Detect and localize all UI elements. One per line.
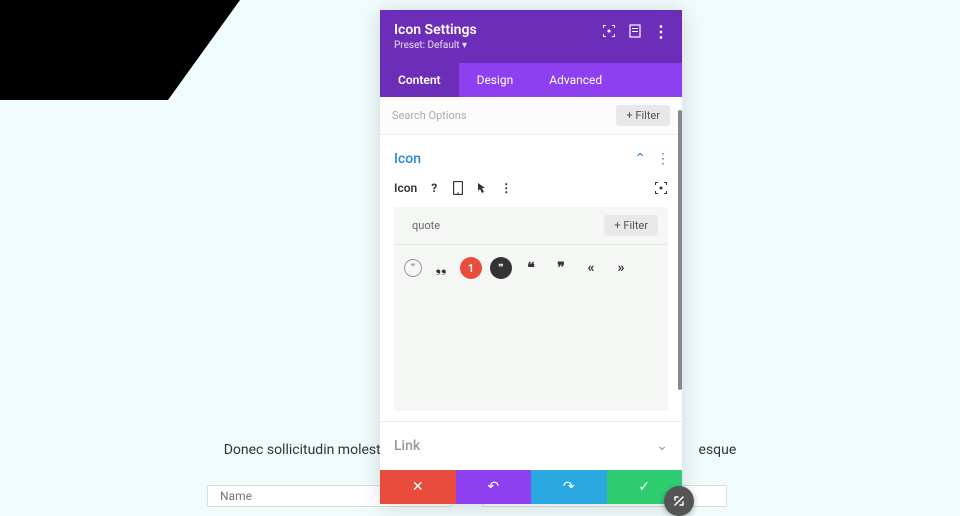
icon-label-row: Icon ? ⋮ [394, 173, 668, 203]
quote-right-thin-icon[interactable]: ❟❟ [430, 257, 452, 279]
icon-picker-search-row: quote + Filter [394, 207, 668, 245]
page-header-shape [0, 0, 240, 100]
chevron-down-icon[interactable]: ⌄ [656, 438, 668, 454]
tabs: Content Design Advanced [380, 63, 682, 97]
panel-title: Icon Settings [394, 22, 477, 38]
kebab-menu-icon[interactable]: ⋮ [654, 24, 668, 38]
tab-design[interactable]: Design [459, 63, 532, 97]
tablet-icon[interactable] [451, 181, 465, 195]
row-kebab-icon[interactable]: ⋮ [499, 181, 513, 195]
body-text-line1b: esque [699, 442, 737, 458]
check-icon: ✓ [638, 479, 650, 495]
icon-picker-empty [394, 291, 668, 401]
panel-footer: ✕ ↶ ↷ ✓ [380, 470, 682, 504]
redo-icon: ↷ [563, 479, 575, 495]
link-section-title: Link [394, 438, 420, 454]
quote-outline-icon[interactable]: ❞ [404, 259, 422, 277]
body-text-line1: Donec sollicitudin molestie [224, 442, 392, 458]
quote-right-bold-icon[interactable]: ❞ [490, 257, 512, 279]
icon-filter-button[interactable]: + Filter [604, 215, 658, 236]
section-kebab-icon[interactable]: ⋮ [656, 151, 668, 167]
help-icon[interactable]: ? [427, 181, 441, 195]
link-section-header[interactable]: Link ⌄ [394, 432, 668, 460]
icon-section-header[interactable]: Icon ⌃ ⋮ [394, 145, 668, 173]
angle-double-right-icon[interactable]: » [610, 257, 632, 279]
undo-button[interactable]: ↶ [456, 470, 532, 504]
focus-mode-icon[interactable] [602, 24, 616, 38]
caret-down-icon: ▾ [462, 40, 467, 51]
search-options-row: Search Options + Filter [380, 97, 682, 135]
link-section: Link ⌄ [380, 421, 682, 470]
icon-section-title: Icon [394, 151, 421, 167]
plus-icon: + [626, 109, 632, 122]
scrollbar[interactable] [678, 110, 682, 390]
icon-section: Icon ⌃ ⋮ Icon ? ⋮ quote + Filter ❞ [380, 135, 682, 421]
tab-advanced[interactable]: Advanced [531, 63, 620, 97]
hover-icon[interactable] [475, 181, 489, 195]
resize-handle[interactable] [664, 486, 694, 516]
filter-button[interactable]: + Filter [616, 105, 670, 126]
annotation-badge-1: 1 [460, 257, 482, 279]
angle-double-left-icon[interactable]: « [580, 257, 602, 279]
quote-left-icon[interactable]: ❝ [520, 257, 542, 279]
resize-icon [672, 494, 686, 508]
settings-panel: Icon Settings Preset: Default ▾ ⋮ Conten… [380, 10, 682, 504]
quote-right-icon[interactable]: ❞ [550, 257, 572, 279]
expand-icon[interactable] [654, 181, 668, 195]
close-icon: ✕ [412, 479, 424, 495]
preset-selector[interactable]: Preset: Default ▾ [394, 40, 477, 51]
cancel-button[interactable]: ✕ [380, 470, 456, 504]
icon-picker: quote + Filter ❞ ❟❟ 1 ❞ ❝ ❞ « » [394, 207, 668, 411]
icon-field-label: Icon [394, 181, 417, 195]
tab-content[interactable]: Content [380, 63, 459, 97]
icon-grid: ❞ ❟❟ 1 ❞ ❝ ❞ « » [394, 245, 668, 291]
plus-icon: + [614, 219, 620, 232]
chevron-up-icon[interactable]: ⌃ [634, 151, 646, 167]
docs-icon[interactable] [628, 24, 642, 38]
redo-button[interactable]: ↷ [531, 470, 607, 504]
undo-icon: ↶ [487, 479, 499, 495]
panel-header: Icon Settings Preset: Default ▾ ⋮ [380, 10, 682, 63]
search-options-input[interactable]: Search Options [392, 109, 616, 122]
icon-search-input[interactable]: quote [404, 219, 604, 232]
